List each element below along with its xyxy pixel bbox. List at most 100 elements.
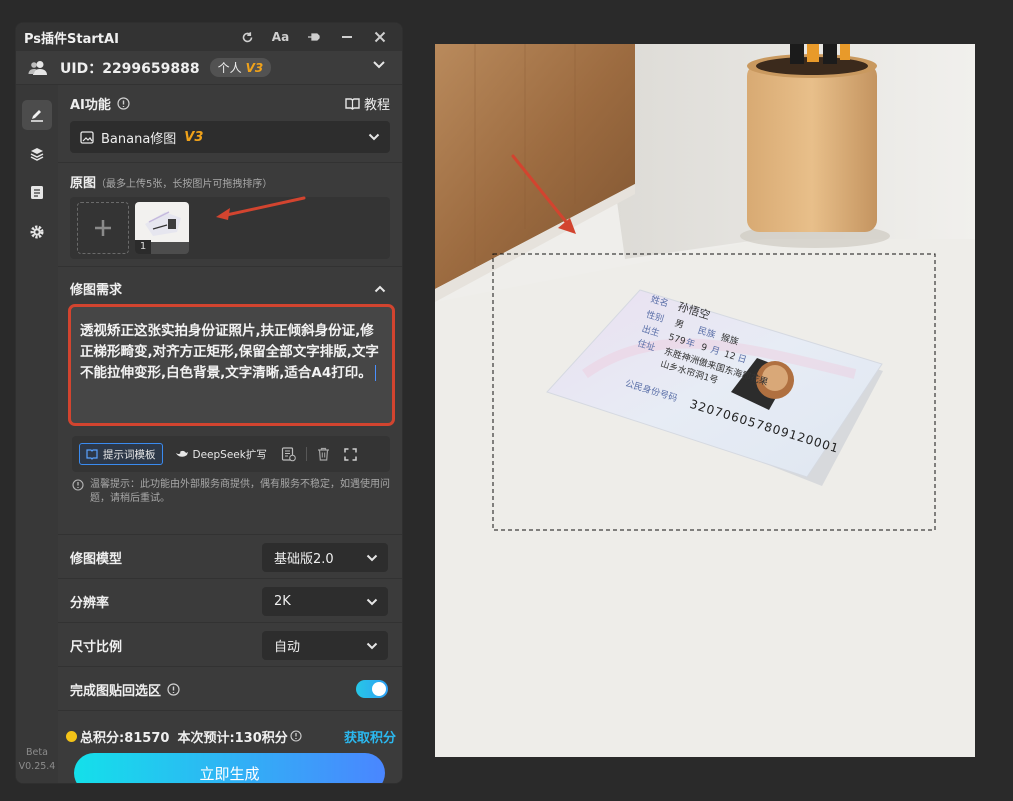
pin-icon[interactable]	[297, 23, 330, 51]
svg-text:姓名: 姓名	[649, 293, 670, 310]
generate-button[interactable]: 立即生成	[74, 753, 385, 783]
original-label: 原图	[70, 176, 97, 191]
history-icon[interactable]	[281, 446, 296, 462]
chevron-up-icon[interactable]	[374, 285, 386, 293]
svg-text:公民身份号码: 公民身份号码	[624, 377, 679, 404]
info-icon[interactable]	[290, 730, 302, 742]
tutorial-label: 教程	[363, 98, 390, 113]
chevron-down-icon	[368, 133, 380, 141]
text-caret	[374, 365, 376, 381]
close-icon[interactable]	[363, 23, 396, 51]
paste-back-toggle[interactable]	[356, 680, 388, 698]
photoshop-canvas[interactable]: 姓名 孙悟空 性别 男 民族 猴族 出生 579 年 9 月 12 日 住址 东…	[435, 44, 975, 757]
notice-message: 温馨提示：此功能由外部服务商提供，偶有服务不稳定，如遇使用问题，请稍后重试。	[90, 479, 390, 504]
user-bar: UID：2299659888 个人 V3	[16, 51, 402, 85]
warning-info-icon	[72, 479, 84, 491]
plus-icon	[95, 220, 111, 236]
prompt-toolbar: 提示词模板 DeepSeek扩写	[72, 436, 390, 472]
prompt-template-label: 提示词模板	[103, 448, 156, 461]
svg-text:320706057809120001: 320706057809120001	[688, 397, 841, 456]
book-icon	[345, 98, 360, 110]
svg-text:男: 男	[673, 318, 685, 331]
model-select[interactable]: 基础版2.0	[262, 543, 388, 572]
estimate-points: 本次预计:130积分	[177, 730, 288, 746]
ratio-label: 尺寸比例	[70, 640, 123, 655]
original-image-section: 原图 （最多上传5张，长按图片可拖拽排序） 1	[58, 163, 402, 267]
font-size-icon[interactable]: Aa	[264, 23, 297, 51]
svg-text:孙悟空: 孙悟空	[676, 299, 712, 322]
total-points: 总积分:81570	[80, 730, 170, 746]
toggle-knob	[372, 682, 386, 696]
tutorial-link[interactable]: 教程	[345, 94, 390, 113]
image-count-badge: 1	[135, 240, 151, 254]
image-edit-icon	[80, 130, 94, 144]
chevron-down-icon	[366, 642, 378, 649]
add-image-button[interactable]	[77, 202, 129, 254]
trash-icon[interactable]	[317, 447, 330, 461]
level-badge: V3	[245, 60, 264, 75]
minimize-icon[interactable]	[330, 23, 363, 51]
ai-function-section: AI功能 教程 Banana修图 V3	[58, 85, 402, 163]
svg-text:9: 9	[700, 343, 709, 354]
clipboard-icon[interactable]	[22, 177, 52, 207]
info-icon[interactable]	[167, 683, 180, 696]
deepseek-expand-label: DeepSeek扩写	[192, 448, 267, 461]
uploaded-image-thumbnail[interactable]: 1	[135, 202, 189, 254]
info-icon[interactable]	[117, 97, 130, 110]
coin-icon	[66, 730, 77, 742]
ai-function-label: AI功能	[70, 98, 111, 113]
prompt-text: 透视矫正这张实拍身份证照片,扶正倾斜身份证,修正梯形畸变,对齐方正矩形,保留全部…	[80, 323, 379, 381]
edit-request-section: 修图需求 透视矫正这张实拍身份证照片,扶正倾斜身份证,修正梯形畸变,对齐方正矩形…	[58, 267, 402, 535]
paste-back-row: 完成图贴回选区	[58, 667, 402, 711]
model-row: 修图模型 基础版2.0	[58, 535, 402, 579]
toolbar-divider	[305, 447, 307, 461]
id-card-text: 姓名 孙悟空 性别 男 民族 猴族 出生 579 年 9 月 12 日 住址 东…	[624, 293, 841, 456]
original-hint: （最多上传5张，长按图片可拖拽排序）	[96, 179, 273, 190]
settings-gear-icon[interactable]	[22, 217, 52, 247]
model-value: 基础版2.0	[274, 552, 334, 567]
svg-text:12: 12	[723, 350, 737, 363]
selected-model-text: Banana修图	[101, 131, 177, 147]
title-bar[interactable]: Ps插件StartAI Aa	[16, 23, 402, 51]
prompt-textarea[interactable]: 透视矫正这张实拍身份证照片,扶正倾斜身份证,修正梯形畸变,对齐方正矩形,保留全部…	[68, 304, 395, 426]
uid-text: UID：2299659888	[60, 60, 200, 77]
plan-badge: 个人 V3	[209, 58, 272, 77]
svg-text:性别: 性别	[645, 308, 666, 325]
id-card-thumbnail-image	[135, 202, 189, 242]
svg-text:月: 月	[709, 345, 721, 358]
resolution-value: 2K	[274, 594, 291, 609]
svg-text:日: 日	[736, 353, 748, 366]
svg-text:猴族: 猴族	[719, 331, 740, 348]
sidebar: Beta V0.25.4	[16, 85, 58, 783]
ratio-select[interactable]: 自动	[262, 631, 388, 660]
window-title: Ps插件StartAI	[24, 31, 119, 47]
notice-text: 温馨提示：此功能由外部服务商提供，偶有服务不稳定，如遇使用问题，请稍后重试。	[72, 478, 392, 506]
points-bar: 总积分:81570 本次预计:130积分 获取积分	[66, 727, 396, 746]
edit-request-label: 修图需求	[70, 283, 123, 298]
chevron-down-icon[interactable]	[372, 60, 386, 70]
svg-text:579: 579	[667, 333, 687, 348]
chevron-down-icon	[366, 598, 378, 605]
deepseek-expand-button[interactable]: DeepSeek扩写	[175, 447, 267, 462]
ai-function-dropdown[interactable]: Banana修图 V3	[70, 121, 390, 153]
resolution-select[interactable]: 2K	[262, 587, 388, 616]
plan-label: 个人	[217, 61, 242, 75]
prompt-template-button[interactable]: 提示词模板	[79, 443, 163, 465]
refresh-icon[interactable]	[231, 23, 264, 51]
layers-icon[interactable]	[22, 139, 52, 169]
model-version-badge: V3	[184, 129, 204, 145]
ratio-row: 尺寸比例 自动	[58, 623, 402, 667]
get-points-link[interactable]: 获取积分	[344, 727, 396, 746]
beta-label: Beta	[26, 747, 48, 758]
deepseek-whale-icon	[175, 450, 188, 457]
model-label: 修图模型	[70, 552, 123, 567]
annotation-arrow	[216, 196, 306, 220]
paste-back-label: 完成图贴回选区	[70, 684, 162, 699]
resolution-label: 分辨率	[70, 596, 110, 611]
edit-icon[interactable]	[22, 100, 52, 130]
svg-text:民族: 民族	[696, 324, 717, 341]
expand-icon[interactable]	[344, 447, 357, 461]
users-icon	[28, 60, 47, 75]
chevron-down-icon	[366, 554, 378, 561]
ratio-value: 自动	[274, 640, 301, 655]
